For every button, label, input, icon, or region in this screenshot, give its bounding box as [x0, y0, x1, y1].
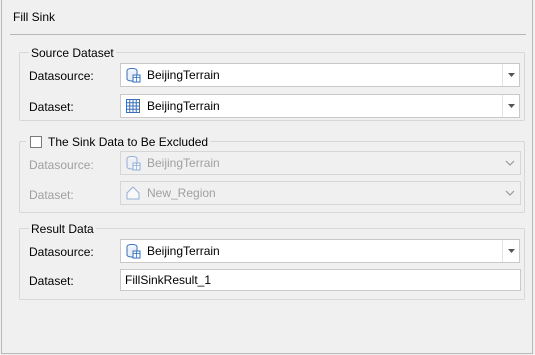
chevron-down-icon[interactable] [500, 182, 520, 204]
excluded-datasource-label: Datasource: [29, 158, 94, 172]
result-dataset-input[interactable]: FillSinkResult_1 [120, 269, 521, 291]
excluded-datasource-combo[interactable]: BeijingTerrain [120, 151, 521, 175]
result-datasource-label: Datasource: [29, 245, 94, 259]
result-data-legend: Result Data [29, 222, 96, 236]
result-data-group: Result Data Datasource: BeijingTerrain D… [19, 222, 525, 300]
grid-dataset-icon [126, 99, 140, 113]
chevron-down-icon[interactable] [502, 240, 519, 262]
panel-title: Fill Sink [13, 10, 56, 24]
excluded-dataset-value: New_Region [147, 186, 216, 200]
result-datasource-value: BeijingTerrain [147, 244, 220, 258]
result-datasource-combo[interactable]: BeijingTerrain [120, 239, 520, 263]
region-dataset-icon [126, 186, 140, 200]
source-datasource-value: BeijingTerrain [147, 68, 220, 82]
source-dataset-label: Dataset: [29, 100, 74, 114]
source-dataset-group: Source Dataset Datasource: BeijingTerrai… [19, 46, 525, 121]
database-icon [126, 68, 141, 83]
excluded-dataset-combo[interactable]: New_Region [120, 181, 521, 205]
excluded-dataset-label: Dataset: [29, 188, 74, 202]
exclude-sink-checkbox[interactable] [30, 136, 42, 148]
chevron-down-icon[interactable] [502, 64, 519, 86]
database-icon [126, 244, 141, 259]
excluded-datasource-value: BeijingTerrain [147, 156, 220, 170]
result-dataset-label: Dataset: [29, 274, 74, 288]
chevron-down-icon[interactable] [502, 95, 519, 117]
excluded-sink-legend: The Sink Data to Be Excluded [26, 135, 211, 149]
source-datasource-combo[interactable]: BeijingTerrain [120, 63, 520, 87]
title-divider [10, 34, 526, 35]
database-icon [126, 156, 141, 171]
source-dataset-combo[interactable]: BeijingTerrain [120, 94, 520, 118]
excluded-sink-group: The Sink Data to Be Excluded Datasource:… [19, 135, 525, 213]
source-datasource-label: Datasource: [29, 69, 94, 83]
source-dataset-legend: Source Dataset [29, 46, 116, 60]
chevron-down-icon[interactable] [500, 152, 520, 174]
fill-sink-panel: Fill Sink Source Dataset Datasource: Bei… [1, 0, 533, 354]
source-dataset-value: BeijingTerrain [147, 99, 220, 113]
